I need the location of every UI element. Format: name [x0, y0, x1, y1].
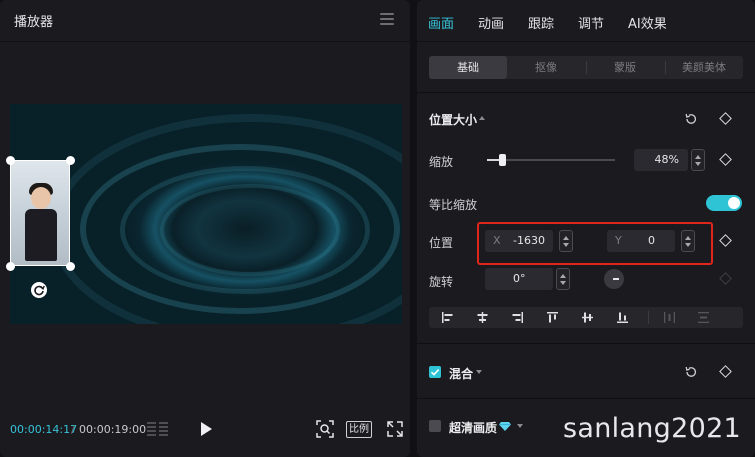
aspect-ratio-button[interactable]: 比例 [346, 421, 372, 438]
subtab-beauty[interactable]: 美颜美体 [665, 56, 743, 79]
scale-slider-knob[interactable] [499, 154, 506, 166]
scale-value-field[interactable]: 48% [634, 149, 688, 171]
rotation-dial[interactable] [604, 269, 624, 289]
subtab-cutout[interactable]: 抠像 [507, 56, 585, 79]
watermark-text: sanlang2021 [563, 413, 742, 444]
blend-expand-caret-icon[interactable] [476, 370, 482, 374]
align-top-icon[interactable] [546, 311, 559, 324]
scale-keyframe-icon[interactable] [719, 153, 732, 166]
scale-label: 缩放 [429, 155, 454, 169]
rotation-field[interactable]: 0° [485, 268, 553, 290]
subtab-bar: 基础 抠像 蒙版 美颜美体 [429, 56, 743, 79]
video-clip-thumbnail[interactable] [10, 160, 70, 266]
scale-stepper[interactable] [691, 149, 705, 171]
blend-reset-icon[interactable] [684, 365, 698, 379]
position-label: 位置 [429, 236, 454, 250]
rotation-value: 0° [513, 272, 526, 285]
scale-slider[interactable] [487, 154, 615, 166]
timeline-grid-icon[interactable] [147, 421, 169, 437]
uniform-scale-toggle[interactable] [706, 195, 742, 211]
align-bottom-icon[interactable] [616, 311, 629, 324]
align-right-icon[interactable] [511, 311, 524, 324]
resize-handle-bottom-left[interactable] [6, 262, 15, 271]
zoom-fit-icon[interactable] [316, 420, 334, 438]
diamond-vip-icon [499, 422, 511, 431]
align-center-v-icon[interactable] [581, 311, 594, 324]
blend-keyframe-icon[interactable] [719, 365, 732, 378]
blend-label[interactable]: 混合 [449, 365, 473, 382]
fullscreen-icon[interactable] [387, 421, 403, 437]
tab-picture[interactable]: 画面 [428, 13, 454, 32]
tab-adjust[interactable]: 调节 [578, 13, 604, 32]
inspector-panel: 画面 动画 跟踪 调节 AI效果 基础 抠像 蒙版 美颜美体 位置大小 缩放 4… [417, 0, 755, 457]
reset-icon[interactable] [684, 112, 698, 126]
player-title: 播放器 [14, 15, 54, 30]
player-header: 播放器 [0, 0, 410, 42]
tab-animation[interactable]: 动画 [478, 13, 504, 32]
inspector-tabs: 画面 动画 跟踪 调节 AI效果 [417, 0, 755, 42]
align-center-h-icon[interactable] [476, 311, 489, 324]
time-separator: / [71, 423, 75, 436]
rotation-keyframe-icon[interactable] [719, 272, 732, 285]
uniform-scale-label: 等比缩放 [429, 198, 478, 212]
position-keyframe-icon[interactable] [719, 234, 732, 247]
resize-handle-bottom-right[interactable] [66, 262, 75, 271]
alignment-toolbar [429, 307, 743, 328]
tab-ai-effects[interactable]: AI效果 [628, 13, 667, 32]
hd-quality-checkbox[interactable] [429, 420, 441, 432]
hd-quality-expand-caret-icon[interactable] [517, 424, 523, 428]
player-controls: 00:00:14:17 / 00:00:19:00 比例 [0, 410, 410, 448]
hd-quality-label[interactable]: 超清画质 [449, 419, 497, 436]
distribute-horizontal-icon[interactable] [663, 311, 676, 324]
menu-icon[interactable] [380, 13, 394, 27]
resize-handle-top-right[interactable] [66, 156, 75, 165]
tab-tracking[interactable]: 跟踪 [528, 13, 554, 32]
rotate-handle-icon[interactable] [31, 282, 47, 298]
blend-checkbox[interactable] [429, 366, 441, 378]
distribute-vertical-icon[interactable] [697, 311, 710, 324]
current-time: 00:00:14:17 [10, 423, 78, 436]
position-size-title[interactable]: 位置大小 [429, 111, 477, 128]
annotation-highlight-box [477, 222, 713, 265]
subtab-basic[interactable]: 基础 [429, 56, 507, 79]
total-time: 00:00:19:00 [79, 423, 147, 436]
resize-handle-top-left[interactable] [6, 156, 15, 165]
collapse-caret-icon[interactable] [479, 116, 485, 120]
align-left-icon[interactable] [441, 311, 454, 324]
subtab-mask[interactable]: 蒙版 [586, 56, 664, 79]
rotation-label: 旋转 [429, 275, 454, 289]
scale-value: 48% [654, 153, 679, 166]
rotation-stepper[interactable] [556, 268, 570, 290]
play-icon[interactable] [198, 420, 214, 438]
keyframe-diamond-icon[interactable] [719, 112, 732, 125]
player-panel: 播放器 00:00:14:17 / 00:00:19:00 比例 [0, 0, 410, 457]
